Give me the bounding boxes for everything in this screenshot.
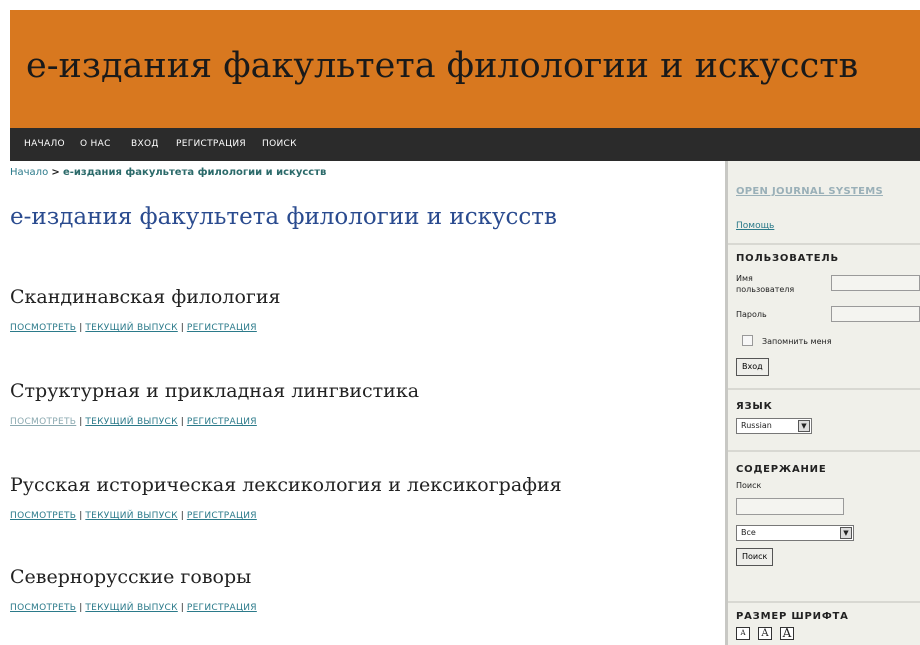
password-label: Пароль xyxy=(736,310,767,319)
journal-register-link[interactable]: РЕГИСТРАЦИЯ xyxy=(187,323,257,333)
sidebar-divider xyxy=(728,601,920,603)
sidebar-divider xyxy=(728,388,920,390)
journal-title: Севернорусские говоры xyxy=(10,566,252,588)
sidebar: OPEN JOURNAL SYSTEMS Помощь ПОЛЬЗОВАТЕЛЬ… xyxy=(725,161,920,645)
journal-register-link[interactable]: РЕГИСТРАЦИЯ xyxy=(187,417,257,427)
nav-login[interactable]: ВХОД xyxy=(131,139,159,149)
link-separator: | xyxy=(180,511,184,521)
nav-home[interactable]: НАЧАЛО xyxy=(24,139,65,149)
journal-links: ПОСМОТРЕТЬ | ТЕКУЩИЙ ВЫПУСК | РЕГИСТРАЦИЯ xyxy=(10,603,257,613)
breadcrumb: Начало > е-издания факультета филологии … xyxy=(10,167,326,178)
journal-title: Структурная и прикладная лингвистика xyxy=(10,380,420,402)
journal-item: Русская историческая лексикология и лекс… xyxy=(10,474,562,521)
journal-view-link[interactable]: ПОСМОТРЕТЬ xyxy=(10,603,76,613)
journal-view-link[interactable]: ПОСМОТРЕТЬ xyxy=(10,417,76,427)
ojs-link[interactable]: OPEN JOURNAL SYSTEMS xyxy=(736,186,883,197)
font-size-medium-button[interactable]: A xyxy=(758,627,772,640)
search-scope-selected: Все xyxy=(741,528,756,537)
font-size-large-button[interactable]: A xyxy=(780,627,794,640)
link-separator: | xyxy=(79,417,83,427)
sidebar-divider xyxy=(728,243,920,245)
journal-view-link[interactable]: ПОСМОТРЕТЬ xyxy=(10,323,76,333)
journal-current-issue-link[interactable]: ТЕКУЩИЙ ВЫПУСК xyxy=(85,417,177,427)
site-title: е-издания факультета филологии и искусст… xyxy=(26,46,859,86)
journal-view-link[interactable]: ПОСМОТРЕТЬ xyxy=(10,511,76,521)
username-input[interactable] xyxy=(831,275,920,291)
journal-item: Структурная и прикладная лингвистика ПОС… xyxy=(10,380,419,427)
language-selected: Russian xyxy=(741,421,772,430)
breadcrumb-home-link[interactable]: Начало xyxy=(10,167,48,178)
chevron-down-icon: ▼ xyxy=(840,527,852,539)
site-header: е-издания факультета филологии и искусст… xyxy=(10,10,920,128)
chevron-down-icon: ▼ xyxy=(798,420,810,432)
nav-search[interactable]: ПОИСК xyxy=(262,139,297,149)
search-scope-select[interactable]: Все ▼ xyxy=(736,525,854,541)
font-size-controls: A A A xyxy=(736,627,816,641)
content-title: СОДЕРЖАНИЕ xyxy=(736,464,827,475)
font-size-title: РАЗМЕР ШРИФТА xyxy=(736,611,849,622)
remember-label: Запомнить меня xyxy=(762,337,832,346)
search-input[interactable] xyxy=(736,498,844,515)
nav-register[interactable]: РЕГИСТРАЦИЯ xyxy=(176,139,246,149)
journal-register-link[interactable]: РЕГИСТРАЦИЯ xyxy=(187,511,257,521)
main-nav: НАЧАЛО О НАС ВХОД РЕГИСТРАЦИЯ ПОИСК xyxy=(10,128,920,161)
journal-item: Скандинавская филология ПОСМОТРЕТЬ | ТЕКУЩ… xyxy=(10,286,280,333)
login-button[interactable]: Вход xyxy=(736,358,769,376)
journal-current-issue-link[interactable]: ТЕКУЩИЙ ВЫПУСК xyxy=(85,323,177,333)
journal-links: ПОСМОТРЕТЬ | ТЕКУЩИЙ ВЫПУСК | РЕГИСТРАЦИЯ xyxy=(10,323,280,333)
search-button[interactable]: Поиск xyxy=(736,548,774,566)
nav-about[interactable]: О НАС xyxy=(80,139,111,149)
link-separator: | xyxy=(79,511,83,521)
journal-item: Севернорусские говоры ПОСМОТРЕТЬ | ТЕКУЩИЙ… xyxy=(10,566,257,613)
search-label: Поиск xyxy=(736,481,762,490)
journal-title: Русская историческая лексикология и лекс… xyxy=(10,474,562,496)
breadcrumb-separator: > xyxy=(51,167,60,178)
link-separator: | xyxy=(180,603,184,613)
font-size-small-button[interactable]: A xyxy=(736,627,750,640)
help-link[interactable]: Помощь xyxy=(736,221,774,231)
journal-links: ПОСМОТРЕТЬ | ТЕКУЩИЙ ВЫПУСК | РЕГИСТРАЦИЯ xyxy=(10,511,562,521)
link-separator: | xyxy=(79,323,83,333)
journal-register-link[interactable]: РЕГИСТРАЦИЯ xyxy=(187,603,257,613)
language-select[interactable]: Russian ▼ xyxy=(736,418,812,434)
journal-links: ПОСМОТРЕТЬ | ТЕКУЩИЙ ВЫПУСК | РЕГИСТРАЦИЯ xyxy=(10,417,419,427)
password-input[interactable] xyxy=(831,306,920,322)
link-separator: | xyxy=(79,603,83,613)
user-block-title: ПОЛЬЗОВАТЕЛЬ xyxy=(736,253,839,264)
breadcrumb-current: е-издания факультета филологии и искусст… xyxy=(62,167,327,178)
link-separator: | xyxy=(180,323,184,333)
language-title: ЯЗЫК xyxy=(736,401,773,412)
username-label: Имя пользователя xyxy=(736,274,795,294)
page-title: е-издания факультета филологии и искусст… xyxy=(10,204,557,230)
journal-current-issue-link[interactable]: ТЕКУЩИЙ ВЫПУСК xyxy=(85,603,177,613)
link-separator: | xyxy=(180,417,184,427)
journal-title: Скандинавская филология xyxy=(10,286,281,308)
journal-current-issue-link[interactable]: ТЕКУЩИЙ ВЫПУСК xyxy=(85,511,177,521)
sidebar-divider xyxy=(728,450,920,452)
remember-checkbox[interactable] xyxy=(742,335,753,346)
